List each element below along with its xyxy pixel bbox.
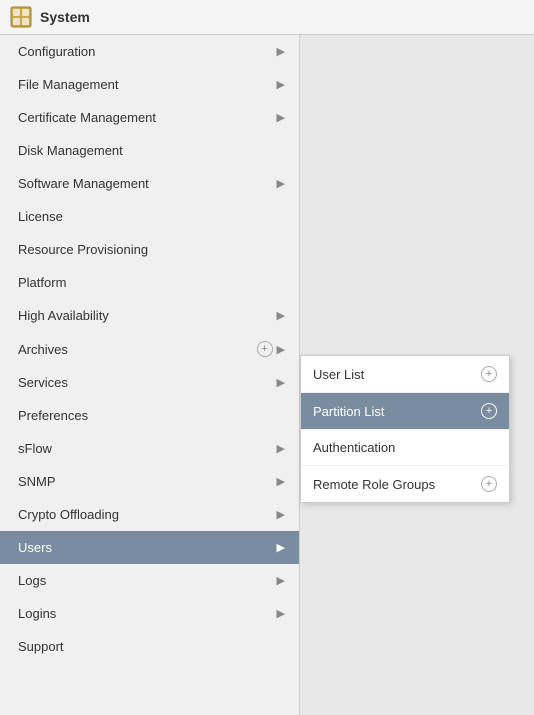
menu-item-icons-high-availability: ▶ (277, 309, 285, 322)
menu-item-logins[interactable]: Logins▶ (0, 597, 299, 630)
arrow-icon-archives: ▶ (277, 343, 285, 356)
submenu: User List+Partition List+AuthenticationR… (300, 355, 510, 503)
menu-item-icons-services: ▶ (277, 376, 285, 389)
submenu-item-partition-list[interactable]: Partition List+ (301, 393, 509, 430)
menu-item-icons-software-management: ▶ (277, 177, 285, 190)
submenu-item-user-list[interactable]: User List+ (301, 356, 509, 393)
menu-item-label-archives: Archives (18, 342, 257, 357)
menu-item-icons-logs: ▶ (277, 574, 285, 587)
menu-item-support[interactable]: Support (0, 630, 299, 663)
header-title: System (40, 9, 90, 25)
menu-item-label-license: License (18, 209, 285, 224)
menu-item-label-support: Support (18, 639, 285, 654)
system-icon (10, 6, 32, 28)
menu-container: Configuration▶File Management▶Certificat… (0, 35, 534, 715)
submenu-item-authentication[interactable]: Authentication (301, 430, 509, 466)
menu-item-license[interactable]: License (0, 200, 299, 233)
arrow-icon-logs: ▶ (277, 574, 285, 587)
menu-item-configuration[interactable]: Configuration▶ (0, 35, 299, 68)
arrow-icon-services: ▶ (277, 376, 285, 389)
submenu-item-label-remote-role-groups: Remote Role Groups (313, 477, 481, 492)
menu-item-label-high-availability: High Availability (18, 308, 277, 323)
menu-item-icons-certificate-management: ▶ (277, 111, 285, 124)
menu-item-label-logs: Logs (18, 573, 277, 588)
submenu-item-label-user-list: User List (313, 367, 481, 382)
menu-item-icons-sflow: ▶ (277, 442, 285, 455)
submenu-item-remote-role-groups[interactable]: Remote Role Groups+ (301, 466, 509, 502)
plus-icon-archives[interactable]: + (257, 341, 273, 357)
arrow-icon-logins: ▶ (277, 607, 285, 620)
menu-item-icons-archives: +▶ (257, 341, 285, 357)
menu-item-label-configuration: Configuration (18, 44, 277, 59)
menu-item-archives[interactable]: Archives+▶ (0, 332, 299, 366)
menu-item-high-availability[interactable]: High Availability▶ (0, 299, 299, 332)
plus-icon-submenu-user-list[interactable]: + (481, 366, 497, 382)
arrow-icon-crypto-offloading: ▶ (277, 508, 285, 521)
arrow-icon-certificate-management: ▶ (277, 111, 285, 124)
menu-item-label-file-management: File Management (18, 77, 277, 92)
arrow-icon-file-management: ▶ (277, 78, 285, 91)
menu-item-label-disk-management: Disk Management (18, 143, 285, 158)
menu-item-label-platform: Platform (18, 275, 285, 290)
menu-item-label-crypto-offloading: Crypto Offloading (18, 507, 277, 522)
header: System (0, 0, 534, 35)
menu-item-file-management[interactable]: File Management▶ (0, 68, 299, 101)
menu-item-icons-logins: ▶ (277, 607, 285, 620)
menu-item-services[interactable]: Services▶ (0, 366, 299, 399)
menu-item-crypto-offloading[interactable]: Crypto Offloading▶ (0, 498, 299, 531)
menu-item-users[interactable]: Users▶ (0, 531, 299, 564)
submenu-item-label-partition-list: Partition List (313, 404, 481, 419)
menu-item-label-sflow: sFlow (18, 441, 277, 456)
menu-item-label-resource-provisioning: Resource Provisioning (18, 242, 285, 257)
menu-item-icons-file-management: ▶ (277, 78, 285, 91)
arrow-icon-software-management: ▶ (277, 177, 285, 190)
arrow-icon-snmp: ▶ (277, 475, 285, 488)
menu-item-label-snmp: SNMP (18, 474, 277, 489)
menu-item-label-services: Services (18, 375, 277, 390)
plus-icon-submenu-remote-role-groups[interactable]: + (481, 476, 497, 492)
arrow-icon-high-availability: ▶ (277, 309, 285, 322)
menu-item-icons-crypto-offloading: ▶ (277, 508, 285, 521)
menu-item-icons-users: ▶ (277, 541, 285, 554)
menu-item-logs[interactable]: Logs▶ (0, 564, 299, 597)
menu-item-label-users: Users (18, 540, 277, 555)
menu-item-label-preferences: Preferences (18, 408, 285, 423)
arrow-icon-sflow: ▶ (277, 442, 285, 455)
menu-item-preferences[interactable]: Preferences (0, 399, 299, 432)
menu-item-resource-provisioning[interactable]: Resource Provisioning (0, 233, 299, 266)
menu-item-platform[interactable]: Platform (0, 266, 299, 299)
menu-item-snmp[interactable]: SNMP▶ (0, 465, 299, 498)
menu-item-icons-configuration: ▶ (277, 45, 285, 58)
menu-item-icons-snmp: ▶ (277, 475, 285, 488)
plus-icon-submenu-partition-list[interactable]: + (481, 403, 497, 419)
submenu-item-label-authentication: Authentication (313, 440, 497, 455)
arrow-icon-users: ▶ (277, 541, 285, 554)
menu-item-label-logins: Logins (18, 606, 277, 621)
menu-item-sflow[interactable]: sFlow▶ (0, 432, 299, 465)
primary-menu: Configuration▶File Management▶Certificat… (0, 35, 300, 715)
arrow-icon-configuration: ▶ (277, 45, 285, 58)
menu-item-label-certificate-management: Certificate Management (18, 110, 277, 125)
menu-item-disk-management[interactable]: Disk Management (0, 134, 299, 167)
menu-item-label-software-management: Software Management (18, 176, 277, 191)
menu-item-certificate-management[interactable]: Certificate Management▶ (0, 101, 299, 134)
menu-item-software-management[interactable]: Software Management▶ (0, 167, 299, 200)
